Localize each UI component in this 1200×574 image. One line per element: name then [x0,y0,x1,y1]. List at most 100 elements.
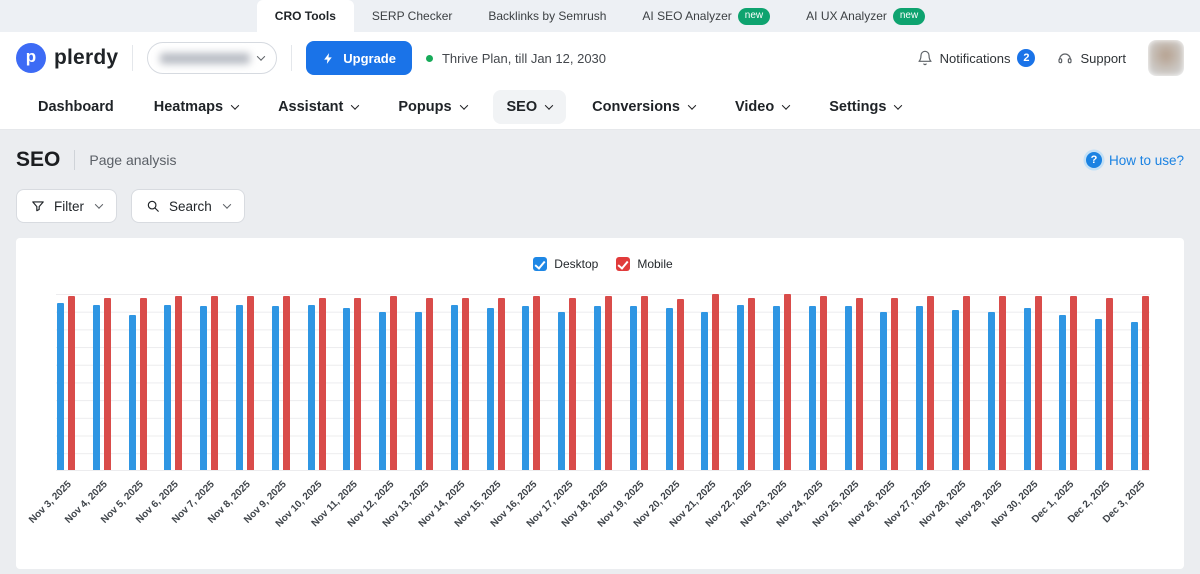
mobile-checkbox[interactable] [616,257,631,271]
desktop-bar[interactable] [486,308,494,470]
mobile-bar[interactable] [68,295,75,470]
page-title: SEO [16,148,61,171]
desktop-bar[interactable] [128,315,136,470]
bar-group: Nov 9, 2025 [242,294,291,526]
desktop-bar[interactable] [844,306,852,470]
top-tab-ai-seo-analyzer[interactable]: AI SEO Analyzer new [624,0,788,32]
mobile-bar[interactable] [461,297,469,470]
mobile-bar[interactable] [783,294,791,470]
mobile-bar[interactable] [748,297,756,470]
desktop-bar[interactable] [235,304,243,470]
desktop-bar[interactable] [1095,318,1103,470]
top-tab-ai-ux-analyzer[interactable]: AI UX Analyzer new [788,0,943,32]
desktop-bar[interactable] [92,304,100,470]
notifications-button[interactable]: Notifications 2 [917,49,1036,67]
desktop-bar[interactable] [343,308,351,470]
mobile-bar[interactable] [318,297,326,470]
nav-item-seo[interactable]: SEO [492,89,567,124]
desktop-bar[interactable] [593,306,601,470]
desktop-bar[interactable] [916,306,924,470]
desktop-bar[interactable] [164,304,172,470]
desktop-bar[interactable] [1130,322,1138,470]
chevron-down-icon [687,100,697,110]
nav-item-video[interactable]: Video [721,90,803,124]
mobile-bar[interactable] [533,295,541,470]
how-to-use-link[interactable]: ? How to use? [1083,152,1184,168]
filter-button[interactable]: Filter [16,189,117,223]
nav-item-assistant[interactable]: Assistant [264,90,372,124]
mobile-bar[interactable] [1106,297,1114,470]
mobile-bar[interactable] [175,295,183,470]
nav-item-conversions[interactable]: Conversions [578,90,709,124]
search-button[interactable]: Search [131,189,245,223]
mobile-bar[interactable] [962,295,970,470]
desktop-bar[interactable] [987,311,995,470]
nav-item-heatmaps[interactable]: Heatmaps [140,90,252,124]
top-tab-cro-tools[interactable]: CRO Tools [256,0,354,32]
mobile-bar[interactable] [855,297,863,470]
bar-group: Nov 3, 2025 [27,294,76,526]
desktop-bar[interactable] [307,304,315,470]
mobile-bar[interactable] [640,295,648,470]
mobile-bar[interactable] [354,297,362,470]
mobile-bar[interactable] [1070,295,1078,470]
top-tab-serp-checker[interactable]: SERP Checker [354,0,470,32]
support-button[interactable]: Support [1057,50,1126,66]
mobile-bar[interactable] [103,297,111,470]
desktop-bar[interactable] [772,306,780,470]
mobile-bar[interactable] [497,297,505,470]
nav-item-settings[interactable]: Settings [815,90,915,124]
legend-item-mobile[interactable]: Mobile [616,257,673,271]
mobile-bar[interactable] [139,297,147,470]
desktop-bar[interactable] [1059,315,1067,470]
desktop-bar[interactable] [665,308,673,470]
how-to-use-label: How to use? [1108,152,1184,168]
desktop-bar[interactable] [558,311,566,470]
mobile-bar[interactable] [1034,295,1042,470]
mobile-bar[interactable] [819,295,827,470]
desktop-bar[interactable] [450,304,458,470]
mobile-bar[interactable] [569,297,577,470]
mobile-bar[interactable] [676,299,684,470]
upgrade-button[interactable]: Upgrade [306,41,412,75]
user-avatar[interactable] [1148,40,1184,76]
desktop-bar[interactable] [522,306,530,470]
mobile-bar[interactable] [891,297,899,470]
desktop-bar[interactable] [629,306,637,470]
mobile-bar[interactable] [282,295,290,470]
project-select-dropdown[interactable] [147,42,278,74]
mobile-bar[interactable] [211,295,219,470]
mobile-bar[interactable] [425,297,433,470]
desktop-bar[interactable] [57,302,64,470]
mobile-bar[interactable] [998,295,1006,470]
top-tab-backlinks-by-semrush[interactable]: Backlinks by Semrush [470,0,624,32]
bar-group: Nov 15, 2025 [453,294,506,530]
desktop-bar[interactable] [200,306,208,470]
desktop-bar[interactable] [271,306,279,470]
desktop-bar[interactable] [951,309,959,470]
mobile-bar[interactable] [1141,295,1149,470]
nav-item-dashboard[interactable]: Dashboard [24,90,128,124]
desktop-bar[interactable] [701,311,709,470]
nav-item-popups[interactable]: Popups [384,90,480,124]
mobile-bar[interactable] [604,295,612,470]
desktop-bar[interactable] [808,306,816,470]
chevron-down-icon [256,52,266,61]
desktop-checkbox[interactable] [533,257,548,271]
bar-group: Nov 14, 2025 [417,294,470,530]
mobile-bar[interactable] [712,294,720,470]
brand[interactable]: p plerdy [16,43,118,73]
bar-group: Dec 1, 2025 [1030,294,1078,525]
bar-group: Nov 30, 2025 [990,294,1043,530]
desktop-bar[interactable] [414,311,422,470]
desktop-bar[interactable] [880,311,888,470]
desktop-bar[interactable] [1023,308,1031,470]
desktop-bar[interactable] [737,304,745,470]
mobile-bar[interactable] [246,295,254,470]
legend-item-desktop[interactable]: Desktop [533,257,598,271]
mobile-bar[interactable] [927,295,935,470]
desktop-bar[interactable] [379,311,387,470]
nav-item-label: Dashboard [38,98,114,115]
mobile-bar[interactable] [390,295,398,470]
search-icon [146,199,160,213]
